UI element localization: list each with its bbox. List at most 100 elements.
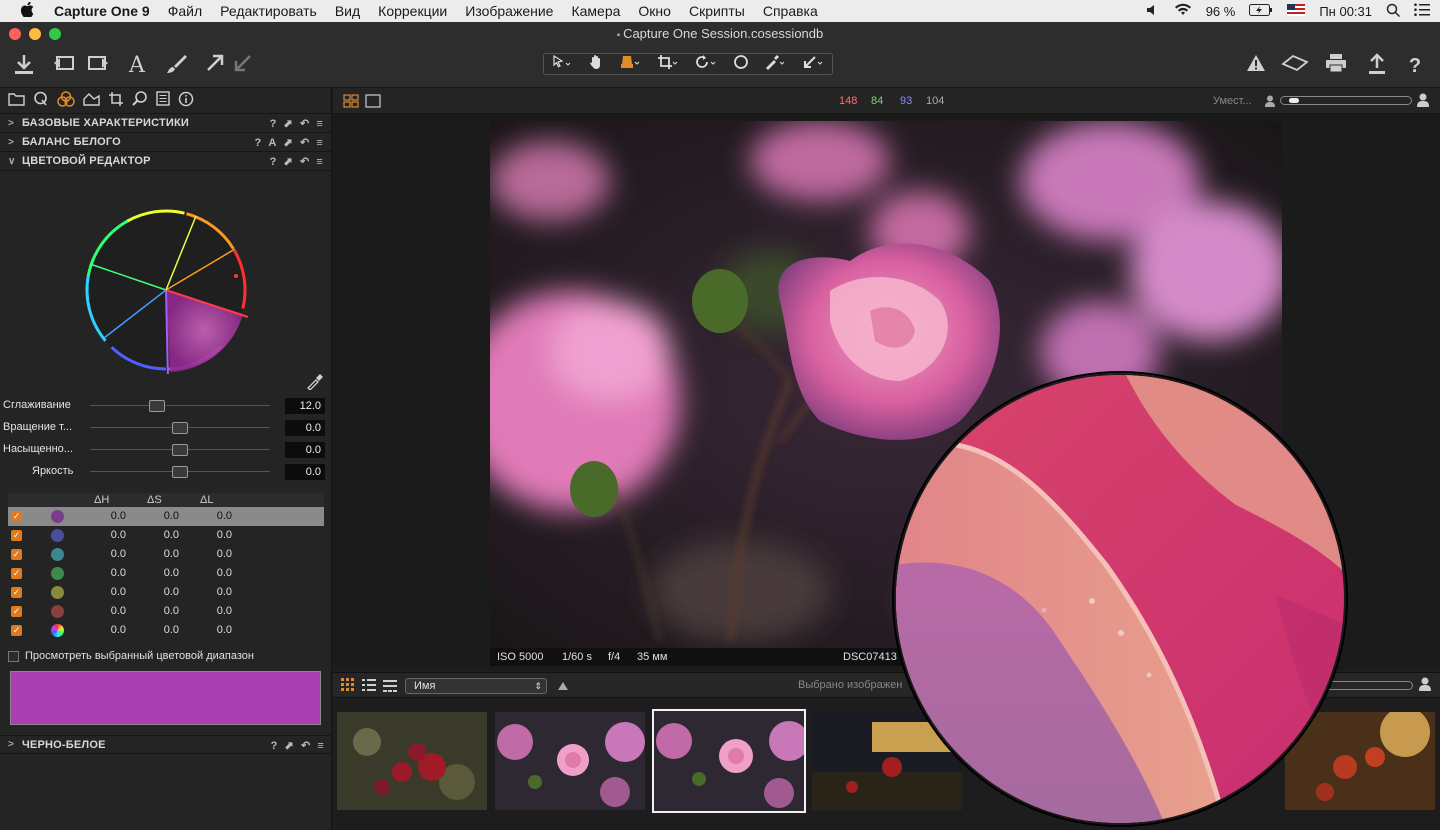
color-swatch[interactable] [51, 605, 64, 618]
minimize-window-button[interactable] [29, 28, 41, 40]
copy-icon[interactable]: ⬈ [285, 739, 294, 752]
menu-window[interactable]: Окно [638, 3, 671, 19]
enable-checkbox[interactable]: ✓ [11, 549, 22, 560]
details-tab-icon[interactable] [132, 90, 148, 111]
color-swatch[interactable] [51, 586, 64, 599]
menu-help[interactable]: Справка [763, 3, 818, 19]
slider-value[interactable]: 0.0 [285, 420, 325, 436]
slider-value[interactable]: 0.0 [285, 464, 325, 480]
help-icon[interactable]: ? [254, 137, 261, 149]
library-tab-icon[interactable] [8, 92, 25, 110]
copy-icon[interactable]: ⬈ [284, 155, 293, 168]
slider-track[interactable] [90, 405, 270, 406]
sort-by-select[interactable]: Имя ⇕ [405, 678, 547, 694]
reset-icon[interactable]: ↶ [300, 136, 309, 149]
rotate-cursor-icon[interactable] [695, 54, 717, 74]
slider-value[interactable]: 0.0 [285, 442, 325, 458]
info-tab-icon[interactable] [178, 91, 194, 111]
list-view-icon[interactable] [362, 678, 376, 697]
color-range-row[interactable]: ✓ 0.0 0.0 0.0 [8, 621, 324, 640]
color-range-row[interactable]: ✓ 0.0 0.0 0.0 [8, 526, 324, 545]
metadata-tab-icon[interactable] [156, 91, 170, 110]
color-swatch[interactable] [51, 510, 64, 523]
pan-hand-icon[interactable] [588, 54, 604, 74]
slider-handle[interactable] [148, 400, 165, 412]
color-tab-icon[interactable] [57, 90, 75, 111]
close-window-button[interactable] [9, 28, 21, 40]
crop-cursor-icon[interactable] [657, 54, 679, 74]
help-icon[interactable]: ? [271, 740, 278, 752]
apply-cursor-icon[interactable] [802, 54, 824, 74]
enable-checkbox[interactable]: ✓ [11, 511, 22, 522]
slider-handle[interactable] [172, 444, 188, 456]
enable-checkbox[interactable]: ✓ [11, 587, 22, 598]
single-view-icon[interactable] [365, 94, 381, 113]
capture-tab-icon[interactable] [33, 91, 49, 110]
saturation-slider[interactable]: Насыщенно... 0.0 [0, 439, 332, 461]
color-picker-icon[interactable] [306, 372, 324, 395]
color-swatch[interactable] [51, 567, 64, 580]
thumbnail[interactable] [337, 712, 487, 810]
import-icon[interactable] [12, 53, 36, 79]
wifi-icon[interactable] [1174, 3, 1192, 19]
flag-icon[interactable] [1287, 3, 1306, 19]
lens-tab-icon[interactable] [108, 91, 124, 111]
app-menu[interactable]: Capture One 9 [54, 3, 150, 19]
thumbnail[interactable] [495, 712, 645, 810]
clock[interactable]: Пн 00:31 [1319, 4, 1372, 19]
menu-edit[interactable]: Редактировать [220, 3, 317, 19]
zoom-slider-handle[interactable] [1289, 98, 1299, 103]
spotlight-icon[interactable] [1386, 3, 1401, 20]
checkbox[interactable] [8, 650, 19, 662]
wb-picker-cursor-icon[interactable] [764, 54, 786, 74]
reset-icon[interactable]: ↶ [300, 155, 309, 168]
color-range-row[interactable]: ✓ 0.0 0.0 0.0 [8, 507, 324, 526]
zoom-slider[interactable] [1280, 96, 1412, 105]
menu-image[interactable]: Изображение [465, 3, 553, 19]
enable-checkbox[interactable]: ✓ [11, 568, 22, 579]
color-range-row[interactable]: ✓ 0.0 0.0 0.0 [8, 583, 324, 602]
lightness-slider[interactable]: Яркость 0.0 [0, 461, 332, 483]
help-icon[interactable]: ? [1406, 53, 1424, 79]
tool-basic-characteristics[interactable]: > БАЗОВЫЕ ХАРАКТЕРИСТИКИ ? ⬈ ↶ ≡ [0, 114, 331, 133]
color-range-row[interactable]: ✓ 0.0 0.0 0.0 [8, 564, 324, 583]
loupe-magnifier[interactable] [894, 373, 1346, 825]
next-variant-icon[interactable] [86, 53, 110, 79]
battery-icon[interactable] [1249, 3, 1273, 19]
all-colors-swatch[interactable] [51, 624, 64, 637]
volume-icon[interactable] [1146, 4, 1160, 19]
menu-icon[interactable]: ≡ [316, 156, 323, 168]
zoom-fit-label[interactable]: Умест... [1213, 95, 1252, 107]
tool-white-balance[interactable]: > БАЛАНС БЕЛОГО ? A ⬈ ↶ ≡ [0, 133, 331, 152]
menu-scripts[interactable]: Скрипты [689, 3, 745, 19]
tool-black-white[interactable]: > ЧЕРНО-БЕЛОЕ ? ⬈ ↶ ≡ [0, 735, 332, 754]
menu-icon[interactable]: ≡ [316, 118, 323, 130]
sort-direction-icon[interactable] [557, 679, 569, 697]
color-swatch[interactable] [51, 529, 64, 542]
help-icon[interactable]: ? [270, 156, 277, 168]
menu-camera[interactable]: Камера [571, 3, 620, 19]
slider-handle[interactable] [172, 422, 188, 434]
copy-icon[interactable]: ⬈ [284, 136, 293, 149]
zoom-window-button[interactable] [49, 28, 61, 40]
thumbnail[interactable] [1285, 712, 1435, 810]
smoothness-slider[interactable]: Сглаживание 12.0 [0, 395, 332, 417]
apple-menu-icon[interactable] [18, 1, 36, 21]
filmstrip-view-icon[interactable] [383, 678, 397, 697]
enable-checkbox[interactable]: ✓ [11, 625, 22, 636]
slider-value[interactable]: 12.0 [285, 398, 325, 414]
view-selected-range-checkbox[interactable]: Просмотреть выбранный цветовой диапазон [8, 650, 254, 662]
select-cursor-icon[interactable] [552, 54, 572, 73]
print-icon[interactable] [1324, 53, 1348, 79]
color-range-row[interactable]: ✓ 0.0 0.0 0.0 [8, 545, 324, 564]
thumbnail-selected[interactable] [652, 709, 806, 813]
grid-view-icon[interactable] [341, 678, 355, 697]
enable-checkbox[interactable]: ✓ [11, 530, 22, 541]
export-icon[interactable] [1366, 53, 1388, 79]
previous-variant-icon[interactable] [52, 53, 76, 79]
menu-adjustments[interactable]: Коррекции [378, 3, 447, 19]
color-wheel[interactable] [80, 204, 250, 380]
proof-icon[interactable] [1281, 53, 1309, 79]
warning-icon[interactable] [1245, 53, 1267, 79]
auto-button[interactable]: A [268, 137, 276, 149]
